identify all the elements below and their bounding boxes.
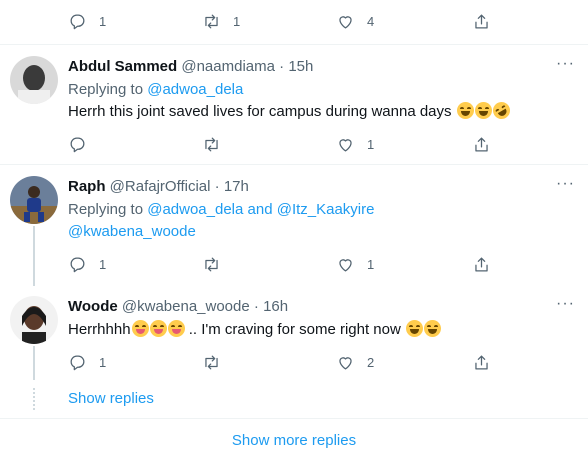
divider: [0, 44, 588, 45]
retweet-button[interactable]: [202, 252, 221, 276]
tweet-text-end: .. I'm craving for some right now: [184, 321, 405, 338]
heart-icon: [339, 258, 352, 271]
retweet-icon: [205, 137, 218, 151]
like-button[interactable]: 1: [336, 132, 374, 156]
heart-icon: [339, 356, 352, 369]
reply-count: 1: [99, 256, 107, 272]
laughing-emoji-icon: [456, 102, 474, 119]
reply-count: 1: [99, 354, 107, 370]
divider: [0, 164, 588, 165]
share-icon: [475, 14, 488, 28]
show-replies-link[interactable]: Show replies: [68, 390, 154, 407]
retweet-button[interactable]: [202, 350, 221, 374]
avatar[interactable]: [10, 56, 58, 104]
retweet-count: 1: [233, 13, 241, 29]
tweet-text-content: Herrh this joint saved lives for campus …: [68, 103, 452, 120]
show-more-replies-link[interactable]: Show more replies: [0, 432, 588, 449]
replying-to-label: Replying to: [68, 81, 148, 98]
replying-to-line: Replying to @adwoa_dela: [68, 80, 243, 100]
like-count: 1: [367, 136, 375, 152]
more-options-icon[interactable]: ···: [556, 295, 575, 313]
yum-emoji-icon: [167, 320, 185, 337]
mention-link[interactable]: @adwoa_dela and @Itz_Kaakyire: [147, 201, 374, 218]
more-options-icon[interactable]: ···: [556, 55, 575, 73]
like-count: 4: [367, 13, 375, 29]
retweet-icon: [205, 14, 218, 28]
tweet-header: Woode @kwabena_woode · 16h: [68, 297, 288, 317]
tweet-header: Abdul Sammed @naamdiama · 15h: [68, 57, 313, 77]
retweet-icon: [205, 355, 218, 369]
reply-button[interactable]: 1: [68, 350, 106, 374]
heart-icon: [339, 15, 352, 28]
separator-dot: ·: [279, 58, 285, 75]
tweet-text-start: Herrhhhh: [68, 321, 131, 338]
laughing-emoji-icon: [423, 320, 441, 337]
timestamp[interactable]: 15h: [288, 58, 313, 75]
share-button[interactable]: [472, 252, 491, 276]
like-count: 1: [367, 256, 375, 272]
avatar-image: [10, 56, 58, 104]
tweet-text: Herrhhhh .. I'm craving for some right n…: [68, 320, 441, 340]
retweet-icon: [205, 257, 218, 271]
tweet-text: Herrh this joint saved lives for campus …: [68, 98, 513, 123]
like-button[interactable]: 4: [336, 9, 374, 33]
more-options-icon[interactable]: ···: [556, 175, 575, 193]
reply-count: 1: [99, 13, 107, 29]
heart-icon: [339, 138, 352, 151]
like-count: 2: [367, 354, 375, 370]
separator-dot: ·: [214, 178, 220, 195]
share-icon: [475, 355, 488, 369]
timestamp[interactable]: 16h: [263, 298, 288, 315]
avatar-image: [10, 176, 58, 224]
mention-link[interactable]: @adwoa_dela: [147, 81, 243, 98]
separator-dot: ·: [253, 298, 259, 315]
laughing-emoji-icon: [405, 320, 423, 337]
retweet-button[interactable]: 1: [202, 9, 240, 33]
user-handle[interactable]: @kwabena_woode: [122, 298, 250, 315]
like-button[interactable]: 1: [336, 252, 374, 276]
display-name[interactable]: Woode: [68, 298, 118, 315]
user-handle[interactable]: @RafajrOfficial: [110, 178, 211, 195]
timestamp[interactable]: 17h: [224, 178, 249, 195]
reply-button[interactable]: 1: [68, 9, 106, 33]
reply-icon: [70, 257, 85, 272]
divider: [0, 418, 588, 419]
display-name[interactable]: Raph: [68, 178, 106, 195]
user-handle[interactable]: @naamdiama: [181, 58, 275, 75]
tweet-header: Raph @RafajrOfficial · 17h: [68, 177, 249, 197]
avatar-image: [10, 296, 58, 344]
tweet-actions: 1: [0, 132, 588, 156]
reply-icon: [70, 355, 85, 370]
top-tweet-actions: 1 1 4: [0, 9, 588, 33]
like-button[interactable]: 2: [336, 350, 374, 374]
reply-button[interactable]: [68, 132, 87, 156]
retweet-button[interactable]: [202, 132, 221, 156]
tweet-actions: 1 2: [0, 350, 588, 374]
laughing-emoji-icon: [474, 102, 492, 119]
mention-link[interactable]: @kwabena_woode: [68, 223, 196, 240]
reply-icon: [70, 137, 85, 152]
reply-button[interactable]: 1: [68, 252, 106, 276]
yum-emoji-icon: [149, 320, 167, 337]
share-icon: [475, 137, 488, 151]
share-icon: [475, 257, 488, 271]
rofl-emoji-icon: [489, 98, 513, 123]
avatar[interactable]: [10, 296, 58, 344]
avatar[interactable]: [10, 176, 58, 224]
replying-to-label: Replying to: [68, 201, 148, 218]
replying-to-line-2: @kwabena_woode: [68, 222, 196, 242]
share-button[interactable]: [472, 350, 491, 374]
reply-icon: [70, 14, 85, 29]
yum-emoji-icon: [131, 320, 149, 337]
tweet-actions: 1 1: [0, 252, 588, 276]
thread-dotted-connector: [33, 388, 35, 410]
share-button[interactable]: [472, 132, 491, 156]
replying-to-line: Replying to @adwoa_dela and @Itz_Kaakyir…: [68, 200, 374, 220]
share-button[interactable]: [472, 9, 491, 33]
display-name[interactable]: Abdul Sammed: [68, 58, 177, 75]
